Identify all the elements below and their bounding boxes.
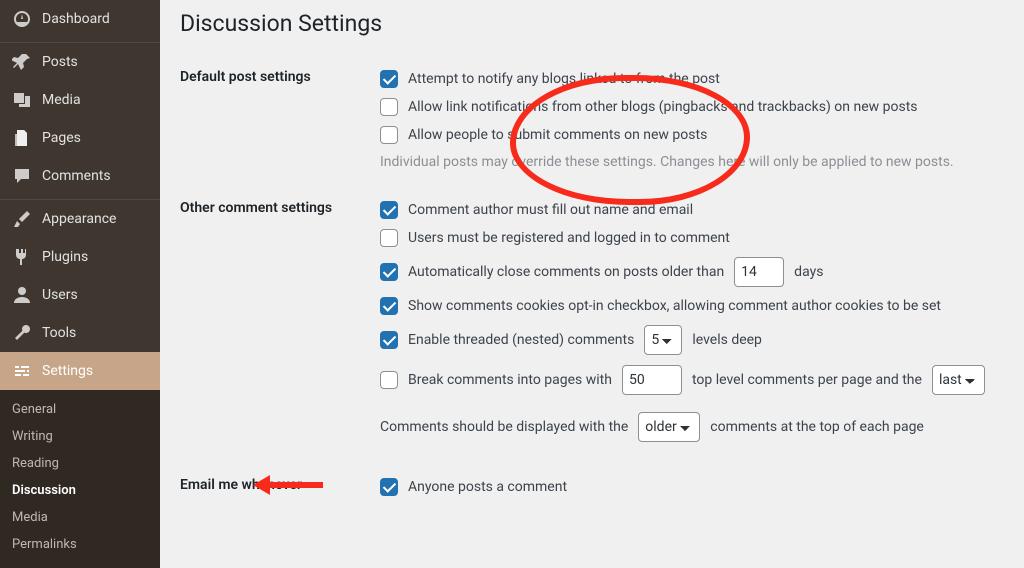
sidebar-item-label: Comments bbox=[42, 168, 111, 184]
submenu-media[interactable]: Media bbox=[0, 504, 160, 531]
select-thread-depth[interactable]: 5 bbox=[644, 325, 682, 355]
label-auto-close-post: days bbox=[794, 264, 823, 280]
sidebar-item-posts[interactable]: Posts bbox=[0, 43, 160, 81]
media-icon bbox=[12, 90, 32, 110]
label-require-name-email: Comment author must fill out name and em… bbox=[408, 202, 693, 218]
sidebar-item-label: Posts bbox=[42, 54, 78, 70]
submenu-writing[interactable]: Writing bbox=[0, 423, 160, 450]
default-post-description: Individual posts may override these sett… bbox=[380, 149, 1004, 170]
checkbox-threaded[interactable] bbox=[380, 331, 398, 349]
section-heading-other-comment: Other comment settings bbox=[180, 190, 380, 467]
pages-icon bbox=[12, 128, 32, 148]
submenu-permalinks[interactable]: Permalinks bbox=[0, 531, 160, 558]
label-allow-comments: Allow people to submit comments on new p… bbox=[408, 127, 707, 143]
sidebar-item-label: Users bbox=[42, 287, 78, 303]
label-order-post: comments at the top of each page bbox=[710, 419, 924, 435]
sidebar-item-settings[interactable]: Settings bbox=[0, 352, 160, 390]
brush-icon bbox=[12, 209, 32, 229]
label-threaded-post: levels deep bbox=[692, 332, 762, 348]
label-cookies-optin: Show comments cookies opt-in checkbox, a… bbox=[408, 298, 941, 314]
label-paginate-pre: Break comments into pages with bbox=[408, 372, 612, 388]
sidebar-item-pages[interactable]: Pages bbox=[0, 119, 160, 157]
comment-icon bbox=[12, 166, 32, 186]
sidebar-item-comments[interactable]: Comments bbox=[0, 157, 160, 195]
submenu-general[interactable]: General bbox=[0, 396, 160, 423]
pin-icon bbox=[12, 52, 32, 72]
input-close-days[interactable] bbox=[734, 257, 784, 287]
checkbox-allow-comments[interactable] bbox=[380, 126, 398, 144]
label-require-registration: Users must be registered and logged in t… bbox=[408, 230, 730, 246]
checkbox-require-name-email[interactable] bbox=[380, 201, 398, 219]
settings-main: Discussion Settings Default post setting… bbox=[160, 0, 1024, 521]
sidebar-item-appearance[interactable]: Appearance bbox=[0, 200, 160, 238]
sliders-icon bbox=[12, 361, 32, 381]
label-threaded-pre: Enable threaded (nested) comments bbox=[408, 332, 634, 348]
sidebar-item-label: Appearance bbox=[42, 211, 116, 227]
label-order-pre: Comments should be displayed with the bbox=[380, 419, 628, 435]
admin-sidebar: Dashboard Posts Media Pages Comments App… bbox=[0, 0, 160, 550]
select-comment-order[interactable]: older bbox=[638, 412, 700, 442]
label-allow-pingbacks: Allow link notifications from other blog… bbox=[408, 99, 918, 115]
sidebar-item-users[interactable]: Users bbox=[0, 276, 160, 314]
sidebar-item-tools[interactable]: Tools bbox=[0, 314, 160, 352]
label-paginate-mid: top level comments per page and the bbox=[692, 372, 922, 388]
input-comments-per-page[interactable] bbox=[622, 365, 682, 395]
sidebar-item-label: Dashboard bbox=[42, 11, 110, 27]
sidebar-item-plugins[interactable]: Plugins bbox=[0, 238, 160, 276]
checkbox-notify-linked-blogs[interactable] bbox=[380, 70, 398, 88]
sidebar-item-dashboard[interactable]: Dashboard bbox=[0, 0, 160, 38]
checkbox-require-registration[interactable] bbox=[380, 229, 398, 247]
sidebar-item-label: Tools bbox=[42, 325, 76, 341]
checkbox-cookies-optin[interactable] bbox=[380, 297, 398, 315]
checkbox-auto-close[interactable] bbox=[380, 263, 398, 281]
select-default-page[interactable]: last bbox=[932, 365, 985, 395]
sidebar-item-label: Plugins bbox=[42, 249, 88, 265]
checkbox-email-on-comment[interactable] bbox=[380, 478, 398, 496]
submenu-discussion[interactable]: Discussion bbox=[0, 477, 160, 504]
section-heading-email: Email me whenever bbox=[180, 467, 380, 521]
checkbox-allow-pingbacks[interactable] bbox=[380, 98, 398, 116]
checkbox-paginate[interactable] bbox=[380, 371, 398, 389]
label-auto-close-pre: Automatically close comments on posts ol… bbox=[408, 264, 724, 280]
sidebar-item-media[interactable]: Media bbox=[0, 81, 160, 119]
wrench-icon bbox=[12, 323, 32, 343]
page-title: Discussion Settings bbox=[180, 10, 1004, 37]
user-icon bbox=[12, 285, 32, 305]
label-email-on-comment: Anyone posts a comment bbox=[408, 479, 567, 495]
sidebar-item-label: Settings bbox=[42, 363, 93, 379]
submenu-reading[interactable]: Reading bbox=[0, 450, 160, 477]
plug-icon bbox=[12, 247, 32, 267]
dashboard-icon bbox=[12, 9, 32, 29]
sidebar-item-label: Pages bbox=[42, 130, 81, 146]
sidebar-item-label: Media bbox=[42, 92, 81, 108]
section-heading-default-post: Default post settings bbox=[180, 59, 380, 190]
settings-submenu: General Writing Reading Discussion Media… bbox=[0, 390, 160, 568]
label-notify-linked-blogs: Attempt to notify any blogs linked to fr… bbox=[408, 71, 720, 87]
